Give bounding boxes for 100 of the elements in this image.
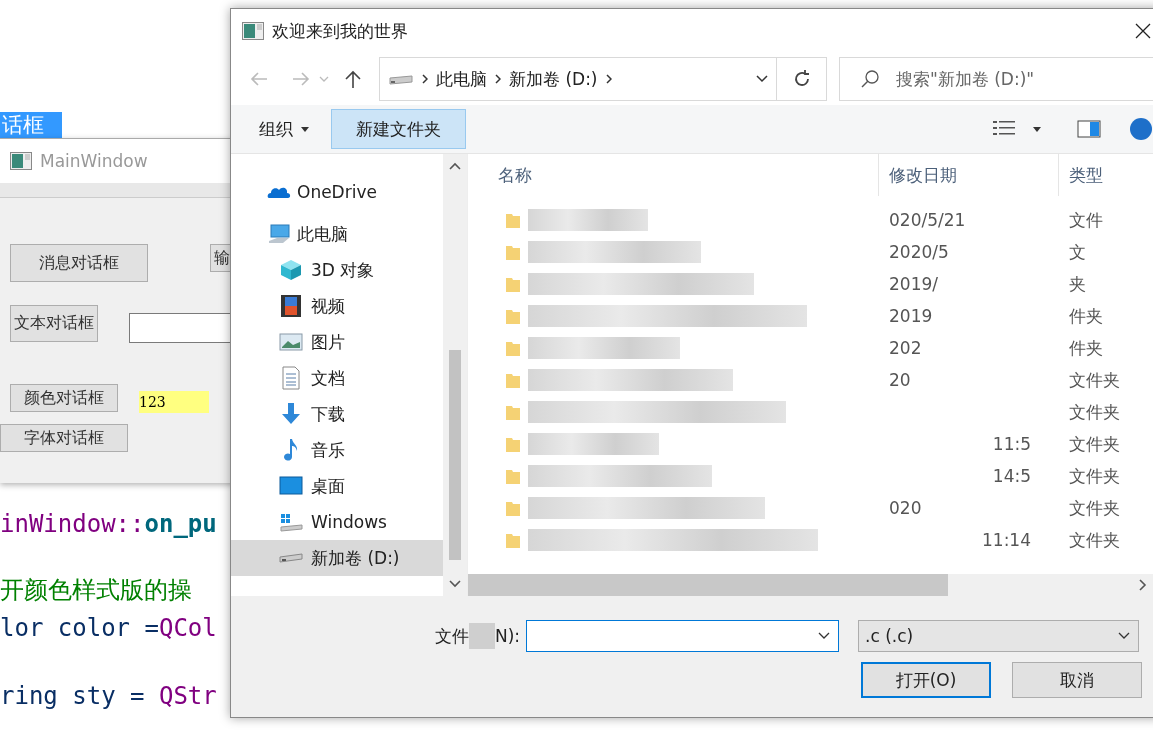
cancel-button[interactable]: 取消	[1012, 662, 1142, 698]
refresh-button[interactable]	[777, 57, 827, 101]
drive-icon	[388, 72, 414, 86]
type-cell: 文件夹	[1069, 433, 1120, 454]
type-cell: 夹	[1069, 273, 1086, 294]
chevron-right-icon	[422, 74, 428, 84]
code-line: lor color =QCol	[0, 613, 217, 644]
nav-item[interactable]: 新加卷 (D:)	[231, 540, 443, 576]
window-title: 欢迎来到我的世界	[272, 19, 408, 43]
date-cell: 020	[889, 498, 922, 518]
date-cell: 2020/5	[889, 242, 949, 262]
type-cell: 文件夹	[1069, 497, 1120, 518]
filename-field[interactable]	[526, 620, 840, 652]
new-folder-button[interactable]: 新建文件夹	[331, 109, 466, 149]
chevron-down-icon	[1118, 632, 1131, 640]
type-cell: 件夹	[1069, 337, 1103, 358]
caret-icon[interactable]	[1033, 126, 1041, 132]
nav-item[interactable]: 桌面	[231, 468, 443, 504]
type-cell: 文件夹	[1069, 465, 1120, 486]
redaction-block	[469, 623, 495, 649]
folder-icon	[506, 436, 520, 452]
up-icon[interactable]	[343, 69, 363, 89]
nav-item[interactable]: OneDrive	[231, 168, 443, 216]
preview-pane-icon[interactable]	[1077, 119, 1101, 139]
search-field[interactable]: 搜索"新加卷 (D:)"	[839, 57, 1153, 101]
chevron-up-icon[interactable]	[449, 162, 461, 170]
chevron-down-icon[interactable]	[818, 632, 831, 640]
breadcrumb-item[interactable]: 新加卷 (D:)	[509, 67, 598, 91]
code-line: 开颜色样式版的操	[0, 575, 192, 606]
type-cell: 文件夹	[1069, 529, 1120, 550]
address-bar[interactable]: 此电脑 新加卷 (D:)	[379, 57, 777, 101]
color-dialog-button[interactable]: 颜色对话框	[10, 384, 118, 412]
font-dialog-button[interactable]: 字体对话框	[0, 424, 128, 452]
nav-item[interactable]: 文档	[231, 360, 443, 396]
time-cell: 11:5	[992, 434, 1031, 454]
nav-item[interactable]: 3D 对象	[231, 252, 443, 288]
organize-menu[interactable]: 组织	[249, 113, 319, 145]
text-dialog-button[interactable]: 文本对话框	[10, 305, 98, 342]
date-cell: 20	[889, 370, 911, 390]
color-label: 123	[139, 391, 209, 413]
folder-icon	[506, 244, 520, 260]
computer-icon	[267, 222, 291, 246]
folder-icon	[506, 500, 520, 516]
column-header[interactable]: 修改日期	[879, 154, 1059, 196]
folder-icon	[506, 532, 520, 548]
code-line: ring sty = QStr	[0, 681, 217, 712]
window-title: MainWindow	[40, 151, 148, 171]
time-cell: 11:14	[982, 530, 1031, 550]
filename-label: N):	[495, 626, 521, 646]
date-cell: 202	[889, 338, 922, 358]
column-header[interactable]: 类型	[1059, 154, 1153, 196]
desktop-icon	[279, 474, 303, 498]
type-cell: 文件夹	[1069, 401, 1120, 422]
selected-text: 话框	[0, 112, 62, 138]
folder-icon	[506, 308, 520, 324]
folder-icon	[506, 404, 520, 420]
message-dialog-button[interactable]: 消息对话框	[10, 244, 148, 282]
app-icon	[242, 22, 264, 40]
type-cell: 文件夹	[1069, 369, 1120, 390]
open-button[interactable]: 打开(O)	[861, 662, 991, 698]
type-cell: 件夹	[1069, 305, 1103, 326]
folder-icon	[506, 468, 520, 484]
chevron-down-icon[interactable]	[449, 580, 461, 588]
date-cell: 2019/	[889, 274, 938, 294]
close-icon[interactable]	[1135, 23, 1151, 39]
folder-icon	[506, 276, 520, 292]
nav-item[interactable]: Windows	[231, 504, 443, 540]
nav-item[interactable]: 下载	[231, 396, 443, 432]
scrollbar-thumb[interactable]	[468, 574, 948, 596]
search-icon	[860, 69, 880, 89]
file-type-dropdown[interactable]: .c (.c)	[858, 620, 1140, 652]
scrollbar[interactable]	[443, 154, 467, 596]
date-cell: 020/5/21	[889, 210, 966, 230]
filename-label: 文件	[435, 624, 469, 648]
scrollbar-thumb[interactable]	[449, 350, 461, 560]
time-cell: 14:5	[992, 466, 1031, 486]
app-icon	[10, 152, 32, 170]
type-cell: 文件	[1069, 209, 1103, 230]
document-icon	[279, 366, 303, 390]
column-header[interactable]: 名称	[468, 154, 879, 196]
nav-item[interactable]: 此电脑	[231, 216, 443, 252]
date-cell: 2019	[889, 306, 933, 326]
folder-icon	[506, 340, 520, 356]
chevron-right-icon	[495, 74, 501, 84]
type-cell: 文	[1069, 241, 1086, 262]
nav-item[interactable]: 视频	[231, 288, 443, 324]
nav-item[interactable]: 音乐	[231, 432, 443, 468]
breadcrumb-item[interactable]: 此电脑	[436, 67, 487, 91]
code-line: inWindow::on_pu	[0, 509, 217, 540]
chevron-right-icon[interactable]	[1139, 579, 1147, 591]
chevron-down-icon[interactable]	[756, 75, 768, 83]
scrollbar[interactable]	[468, 574, 1153, 596]
download-icon	[279, 402, 303, 426]
folder-icon	[506, 372, 520, 388]
chevron-right-icon[interactable]	[605, 74, 612, 84]
caret-icon	[301, 126, 309, 132]
cube-icon	[279, 258, 303, 282]
nav-item[interactable]: 图片	[231, 324, 443, 360]
film-icon	[279, 294, 303, 318]
folder-icon	[506, 212, 520, 228]
